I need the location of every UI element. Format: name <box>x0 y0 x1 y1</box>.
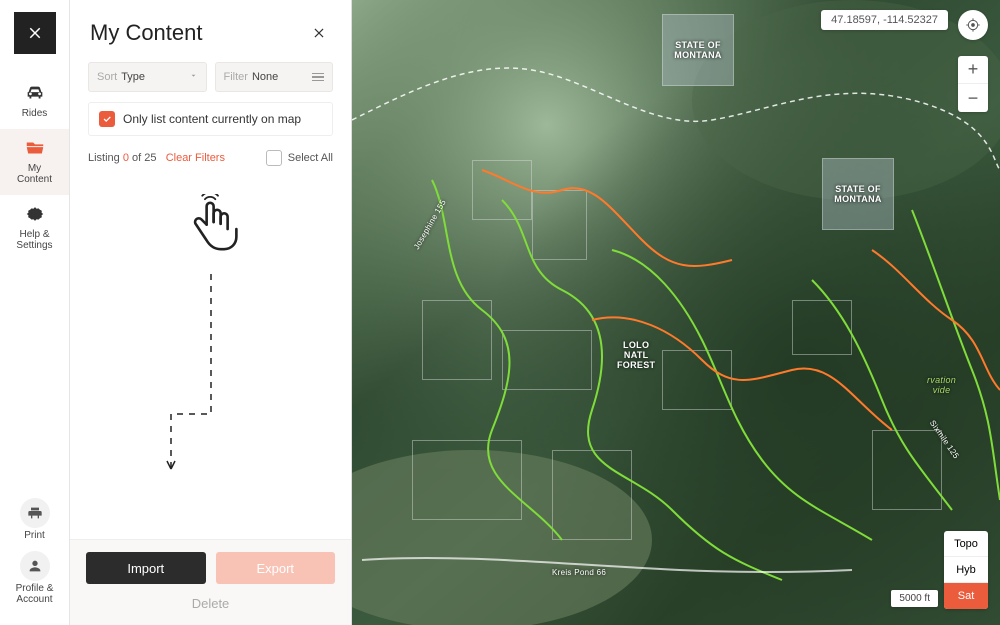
dashed-route-icon <box>151 274 271 499</box>
layer-topo[interactable]: Topo <box>944 531 988 557</box>
map-label-kreis: Kreis Pond 66 <box>552 568 606 577</box>
map-label-lolo: LOLO NATL FOREST <box>617 340 655 370</box>
content-panel: My Content Sort Type Filter None Only li… <box>70 0 352 625</box>
layer-sat[interactable]: Sat <box>944 583 988 609</box>
nav-rides[interactable]: Rides <box>0 74 69 129</box>
list-icon <box>312 73 324 82</box>
close-panel-button[interactable] <box>307 21 331 45</box>
map-label-state-1: STATE OF MONTANA <box>662 14 734 86</box>
sort-dropdown[interactable]: Sort Type <box>88 62 207 92</box>
crosshair-icon <box>965 17 981 33</box>
filter-dropdown[interactable]: Filter None <box>215 62 334 92</box>
profile-label: Profile & Account <box>16 583 54 605</box>
zoom-in-button[interactable]: + <box>958 56 988 84</box>
empty-state <box>70 174 351 539</box>
print-label: Print <box>24 530 45 541</box>
listing-status: Listing 0 of 25 Clear Filters <box>88 152 225 164</box>
zoom-out-button[interactable]: − <box>958 84 988 112</box>
close-icon <box>312 26 326 40</box>
person-icon <box>27 558 43 574</box>
sort-value: Type <box>121 71 145 83</box>
tap-hand-icon <box>182 194 240 269</box>
delete-button[interactable]: Delete <box>86 584 335 615</box>
export-button[interactable]: Export <box>216 552 336 584</box>
nav-label: My Content <box>17 163 52 185</box>
nav-label: Rides <box>22 108 48 119</box>
panel-title: My Content <box>90 20 203 46</box>
map-canvas[interactable]: LOLO NATL FOREST Josephine 155 Kreis Pon… <box>352 0 1000 625</box>
nav-my-content[interactable]: My Content <box>0 129 69 195</box>
only-on-map-label: Only list content currently on map <box>123 112 301 126</box>
select-all-toggle[interactable]: Select All <box>266 150 333 166</box>
sort-prefix: Sort <box>97 71 117 83</box>
checkbox-checked-icon <box>99 111 115 127</box>
layer-control: Topo Hyb Sat <box>944 531 988 609</box>
filter-prefix: Filter <box>224 71 248 83</box>
close-x-icon <box>26 24 44 42</box>
nav-rail: Rides My Content Help & Settings Print P… <box>0 0 70 625</box>
layer-hyb[interactable]: Hyb <box>944 557 988 583</box>
locate-button[interactable] <box>958 10 988 40</box>
nav-label: Help & Settings <box>16 229 52 251</box>
profile-button[interactable] <box>20 551 50 581</box>
map-label-divide: rvation vide <box>927 375 956 395</box>
import-button[interactable]: Import <box>86 552 206 584</box>
clear-filters-link[interactable]: Clear Filters <box>166 152 225 164</box>
scale-bar: 5000 ft <box>891 590 938 607</box>
chevron-down-icon <box>189 71 198 83</box>
gear-icon <box>24 203 46 225</box>
trail-lines <box>352 0 1000 625</box>
only-on-map-toggle[interactable]: Only list content currently on map <box>88 102 333 136</box>
nav-help-settings[interactable]: Help & Settings <box>0 195 69 261</box>
map-terrain: LOLO NATL FOREST Josephine 155 Kreis Pon… <box>352 0 1000 625</box>
folder-icon <box>24 137 46 159</box>
printer-icon <box>27 505 43 521</box>
filter-value: None <box>252 71 278 83</box>
map-label-state-2: STATE OF MONTANA <box>822 158 894 230</box>
zoom-control: + − <box>958 56 988 112</box>
checkbox-empty-icon <box>266 150 282 166</box>
select-all-label: Select All <box>288 152 333 164</box>
print-button[interactable] <box>20 498 50 528</box>
app-logo[interactable] <box>14 12 56 54</box>
coordinates-display: 47.18597, -114.52327 <box>821 10 948 30</box>
car-icon <box>24 82 46 104</box>
